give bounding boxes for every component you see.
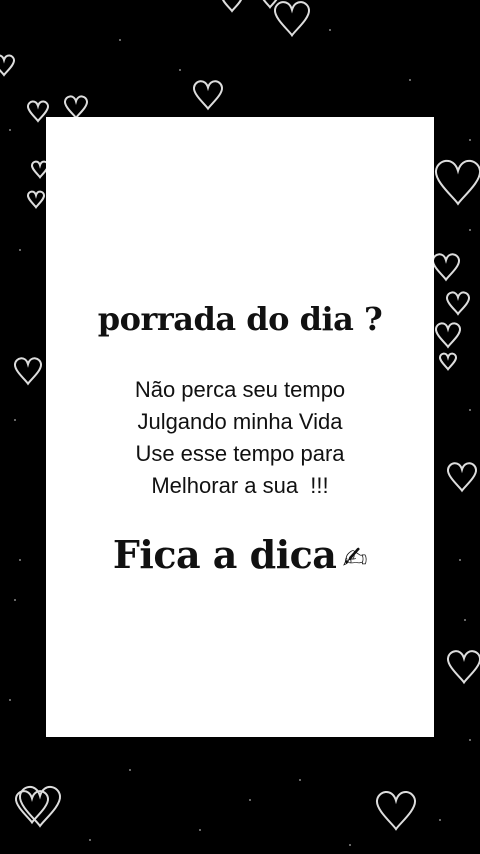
writing-hand-icon: ✍: [342, 541, 368, 576]
heart-outline-icon: [447, 650, 480, 685]
heart-outline-icon: [432, 253, 460, 282]
star-dot: [349, 844, 351, 846]
heart-outline-icon: [274, 1, 310, 38]
signoff: Fica a dica ✍: [0, 532, 480, 577]
star-dot: [439, 819, 441, 821]
star-dot: [299, 779, 301, 781]
star-dot: [469, 229, 471, 231]
star-dot: [469, 739, 471, 741]
heart-outline-icon: [376, 791, 416, 831]
star-dot: [119, 39, 121, 41]
star-dot: [179, 69, 181, 71]
star-dot: [469, 139, 471, 141]
star-dot: [249, 799, 251, 801]
star-dot: [409, 79, 411, 81]
star-dot: [14, 599, 16, 601]
star-dot: [329, 29, 331, 31]
heart-outline-icon: [27, 100, 49, 123]
star-dot: [199, 829, 201, 831]
star-dot: [464, 619, 466, 621]
star-dot: [9, 699, 11, 701]
signoff-text: Fica a dica: [112, 532, 337, 577]
heart-outline-icon: [439, 352, 457, 372]
star-dot: [9, 129, 11, 131]
quote-headline: porrada do dia ?: [97, 300, 383, 338]
message-line: Melhorar a sua !!!: [151, 473, 329, 498]
quote-message: Não perca seu tempo Julgando minha Vida …: [0, 374, 480, 502]
message-line: Não perca seu tempo: [134, 377, 346, 402]
heart-outline-icon: [0, 54, 15, 77]
star-dot: [89, 839, 91, 841]
star-dot: [129, 769, 131, 771]
heart-outline-icon: [435, 159, 480, 206]
heart-outline-icon: [221, 0, 243, 13]
message-line: Use esse tempo para: [135, 441, 345, 466]
heart-outline-icon: [27, 190, 45, 210]
star-dot: [19, 249, 21, 251]
message-line: Julgando minha Vida: [137, 409, 343, 434]
heart-outline-icon: [19, 786, 61, 828]
heart-outline-icon: [64, 95, 88, 120]
heart-outline-icon: [193, 80, 223, 111]
